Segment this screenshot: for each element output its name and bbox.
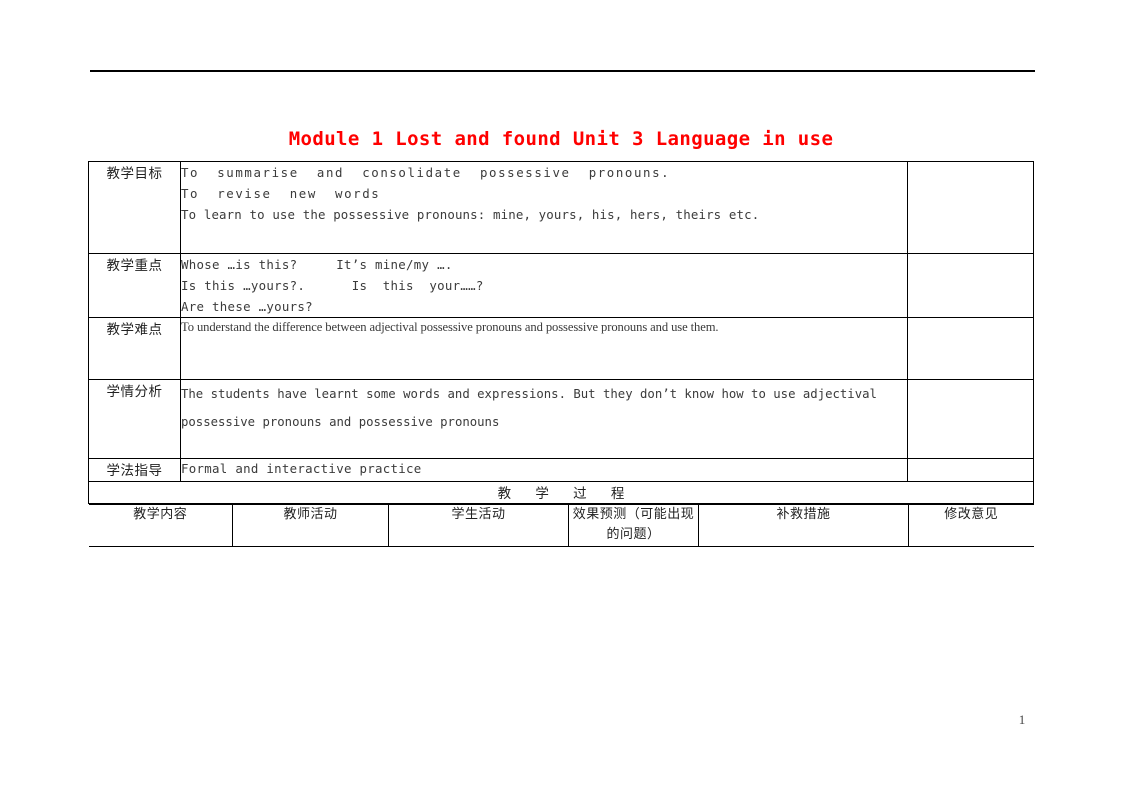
difficulty-line-1: To understand the difference between adj… [181, 320, 719, 334]
objective-line-2: To revise new words [181, 186, 381, 201]
table-row: 教学难点 To understand the difference betwee… [88, 317, 1034, 380]
process-banner: 教 学 过 程 [88, 481, 1034, 504]
table-row: 学法指导 Formal and interactive practice [88, 458, 1034, 482]
lesson-plan-table: 教学目标 To summarise and consolidate posses… [88, 161, 1034, 547]
row-note-method-guidance [907, 458, 1034, 482]
row-note-objectives [907, 161, 1034, 254]
table-row: 学情分析 The students have learnt some words… [88, 379, 1034, 459]
page-title: Module 1 Lost and found Unit 3 Language … [288, 128, 834, 150]
row-note-key-points [907, 253, 1034, 318]
column-header-teaching-content: 教学内容 [88, 504, 233, 547]
analysis-line-2: pronouns and possessive pronouns [262, 415, 500, 429]
header-rule [90, 70, 1035, 72]
table-row-process-banner: 教 学 过 程 [88, 481, 1034, 504]
row-label-objectives: 教学目标 [88, 161, 181, 254]
document-page: Module 1 Lost and found Unit 3 Language … [0, 0, 1122, 793]
row-note-student-analysis [907, 379, 1034, 459]
column-header-revision-opinion: 修改意见 [908, 504, 1034, 547]
row-content-key-points: Whose …is this? It’s mine/my …. Is this … [180, 253, 908, 318]
objective-line-1: To summarise and consolidate possessive … [181, 165, 671, 180]
column-header-teacher-activity: 教师活动 [232, 504, 389, 547]
row-content-difficulties: To understand the difference between adj… [180, 317, 908, 380]
table-row: 教学重点 Whose …is this? It’s mine/my …. Is … [88, 253, 1034, 318]
key-point-line-3: Are these …yours? [181, 299, 313, 314]
row-content-objectives: To summarise and consolidate possessive … [180, 161, 908, 254]
column-header-remedial-measures: 补救措施 [698, 504, 909, 547]
row-label-method-guidance: 学法指导 [88, 458, 181, 482]
key-point-line-2: Is this …yours?. Is this your……? [181, 278, 484, 293]
objective-line-3: To learn to use the possessive pronouns:… [181, 207, 760, 222]
column-header-effect-prediction: 效果预测（可能出现的问题） [568, 504, 699, 547]
row-label-student-analysis: 学情分析 [88, 379, 181, 459]
row-content-student-analysis: The students have learnt some words and … [180, 379, 908, 459]
row-content-method-guidance: Formal and interactive practice [180, 458, 908, 482]
row-note-difficulties [907, 317, 1034, 380]
table-header-row: 教学内容 教师活动 学生活动 效果预测（可能出现的问题） 补救措施 修改意见 [88, 504, 1034, 547]
key-point-line-1: Whose …is this? It’s mine/my …. [181, 257, 453, 272]
row-label-key-points: 教学重点 [88, 253, 181, 318]
method-line-1: Formal and interactive practice [181, 461, 422, 476]
column-header-student-activity: 学生活动 [388, 504, 569, 547]
row-label-difficulties: 教学难点 [88, 317, 181, 380]
table-row: 教学目标 To summarise and consolidate posses… [88, 161, 1034, 254]
page-number: 1 [1018, 712, 1026, 727]
